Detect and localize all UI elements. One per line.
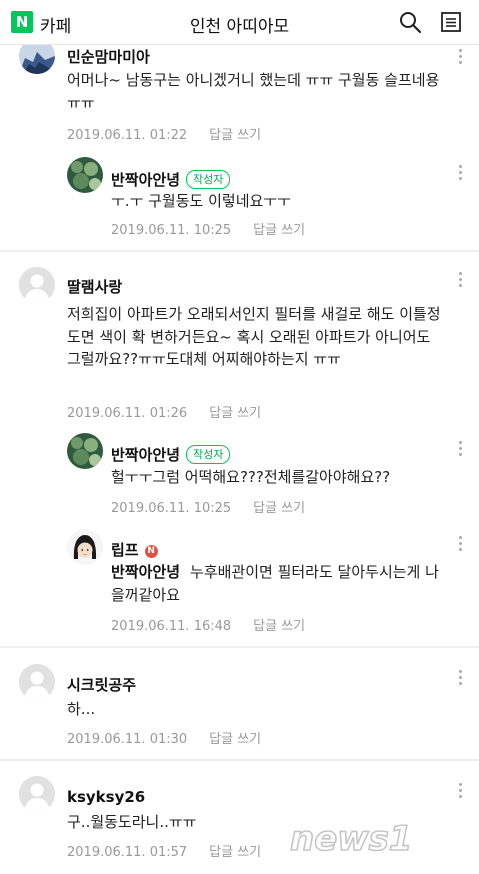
- menu-icon[interactable]: [440, 11, 462, 33]
- comment-text: 하...: [67, 700, 96, 718]
- avatar[interactable]: [19, 267, 55, 303]
- comment-meta: 2019.06.11. 01:22 답글 쓰기: [67, 124, 261, 143]
- comment-nickname[interactable]: ksyksy26: [67, 788, 145, 806]
- comment-meta: 2019.06.11. 01:30 답글 쓰기: [67, 728, 261, 747]
- news1-watermark: news1: [289, 818, 413, 860]
- more-options-icon[interactable]: [452, 667, 468, 689]
- comment-date: 2019.06.11. 10:25: [111, 501, 232, 516]
- mention-link[interactable]: 반짝아안녕: [111, 563, 180, 581]
- comment-text: 저희집이 아파트가 오래되서인지 필터를 새걸로 해도 이틀정도면 색이 확 변…: [67, 305, 441, 368]
- comment-nickname[interactable]: 립프 N: [111, 539, 158, 560]
- comment-date: 2019.06.11. 01:30: [67, 732, 188, 747]
- comment-text: 반짝아안녕 누후배관이면 필터라도 달아두시는게 나을꺼같아요: [111, 561, 451, 606]
- comment-nickname[interactable]: 시크릿공주: [67, 674, 136, 695]
- comment-text: 어머나~ 남동구는 아니겠거니 했는데 ㅠㅠ 구월동 슬프네용 ㅠㅠ: [67, 71, 440, 112]
- more-options-icon[interactable]: [452, 46, 468, 68]
- comment-text: ㅜ.ㅜ 구월동도 이렇네요ㅜㅜ: [111, 192, 291, 210]
- comment-meta: 2019.06.11. 01:57 답글 쓰기: [67, 841, 261, 860]
- watermark-text: news1: [290, 819, 413, 859]
- comment-text: 헐ㅜㅜ그럼 어떡해요???전체를갈아야해요??: [111, 468, 391, 486]
- avatar[interactable]: [19, 776, 55, 812]
- app-header: N 카페 인천 아띠아모: [0, 0, 479, 45]
- comment-nickname[interactable]: 반짝아안녕 작성자: [111, 444, 231, 465]
- comment-date: 2019.06.11. 10:25: [111, 223, 232, 238]
- comment-meta: 2019.06.11. 10:25 답글 쓰기: [111, 219, 305, 238]
- nickname-text: 반짝아안녕: [111, 171, 181, 189]
- comment-meta: 2019.06.11. 01:26 답글 쓰기: [67, 402, 261, 421]
- more-options-icon[interactable]: [452, 438, 468, 460]
- comment-nickname[interactable]: 반짝아안녕 작성자: [111, 169, 231, 190]
- comment-nickname[interactable]: 딸램사랑: [67, 276, 122, 297]
- comment-date: 2019.06.11. 01:22: [67, 128, 188, 143]
- reply-button[interactable]: 답글 쓰기: [253, 619, 305, 634]
- reply-button[interactable]: 답글 쓰기: [253, 223, 305, 238]
- more-options-icon[interactable]: [452, 780, 468, 802]
- comment-date: 2019.06.11. 01:26: [67, 406, 188, 421]
- reply-button[interactable]: 답글 쓰기: [209, 845, 261, 860]
- nickname-text: 립프: [111, 541, 139, 559]
- avatar[interactable]: [67, 433, 103, 469]
- more-options-icon[interactable]: [452, 269, 468, 291]
- more-options-icon[interactable]: [452, 533, 468, 555]
- avatar[interactable]: [67, 157, 103, 193]
- reply-button[interactable]: 답글 쓰기: [253, 501, 305, 516]
- new-badge: N: [144, 545, 158, 558]
- comment-nickname[interactable]: 민순맘마미아: [67, 46, 150, 67]
- writer-badge: 작성자: [186, 170, 231, 189]
- comment-meta: 2019.06.11. 16:48 답글 쓰기: [111, 615, 305, 634]
- comment-divider: [0, 250, 479, 252]
- writer-badge: 작성자: [186, 445, 231, 464]
- search-icon[interactable]: [398, 10, 422, 34]
- nickname-text: 반짝아안녕: [111, 446, 181, 464]
- reply-button[interactable]: 답글 쓰기: [209, 732, 261, 747]
- reply-button[interactable]: 답글 쓰기: [209, 128, 261, 143]
- comment-date: 2019.06.11. 16:48: [111, 619, 232, 634]
- avatar[interactable]: [19, 664, 55, 700]
- comment-divider: [0, 759, 479, 761]
- comment-divider: [0, 646, 479, 648]
- avatar[interactable]: [67, 529, 103, 565]
- comment-date: 2019.06.11. 01:57: [67, 845, 188, 860]
- reply-button[interactable]: 답글 쓰기: [209, 406, 261, 421]
- comment-meta: 2019.06.11. 10:25 답글 쓰기: [111, 497, 305, 516]
- more-options-icon[interactable]: [452, 162, 468, 184]
